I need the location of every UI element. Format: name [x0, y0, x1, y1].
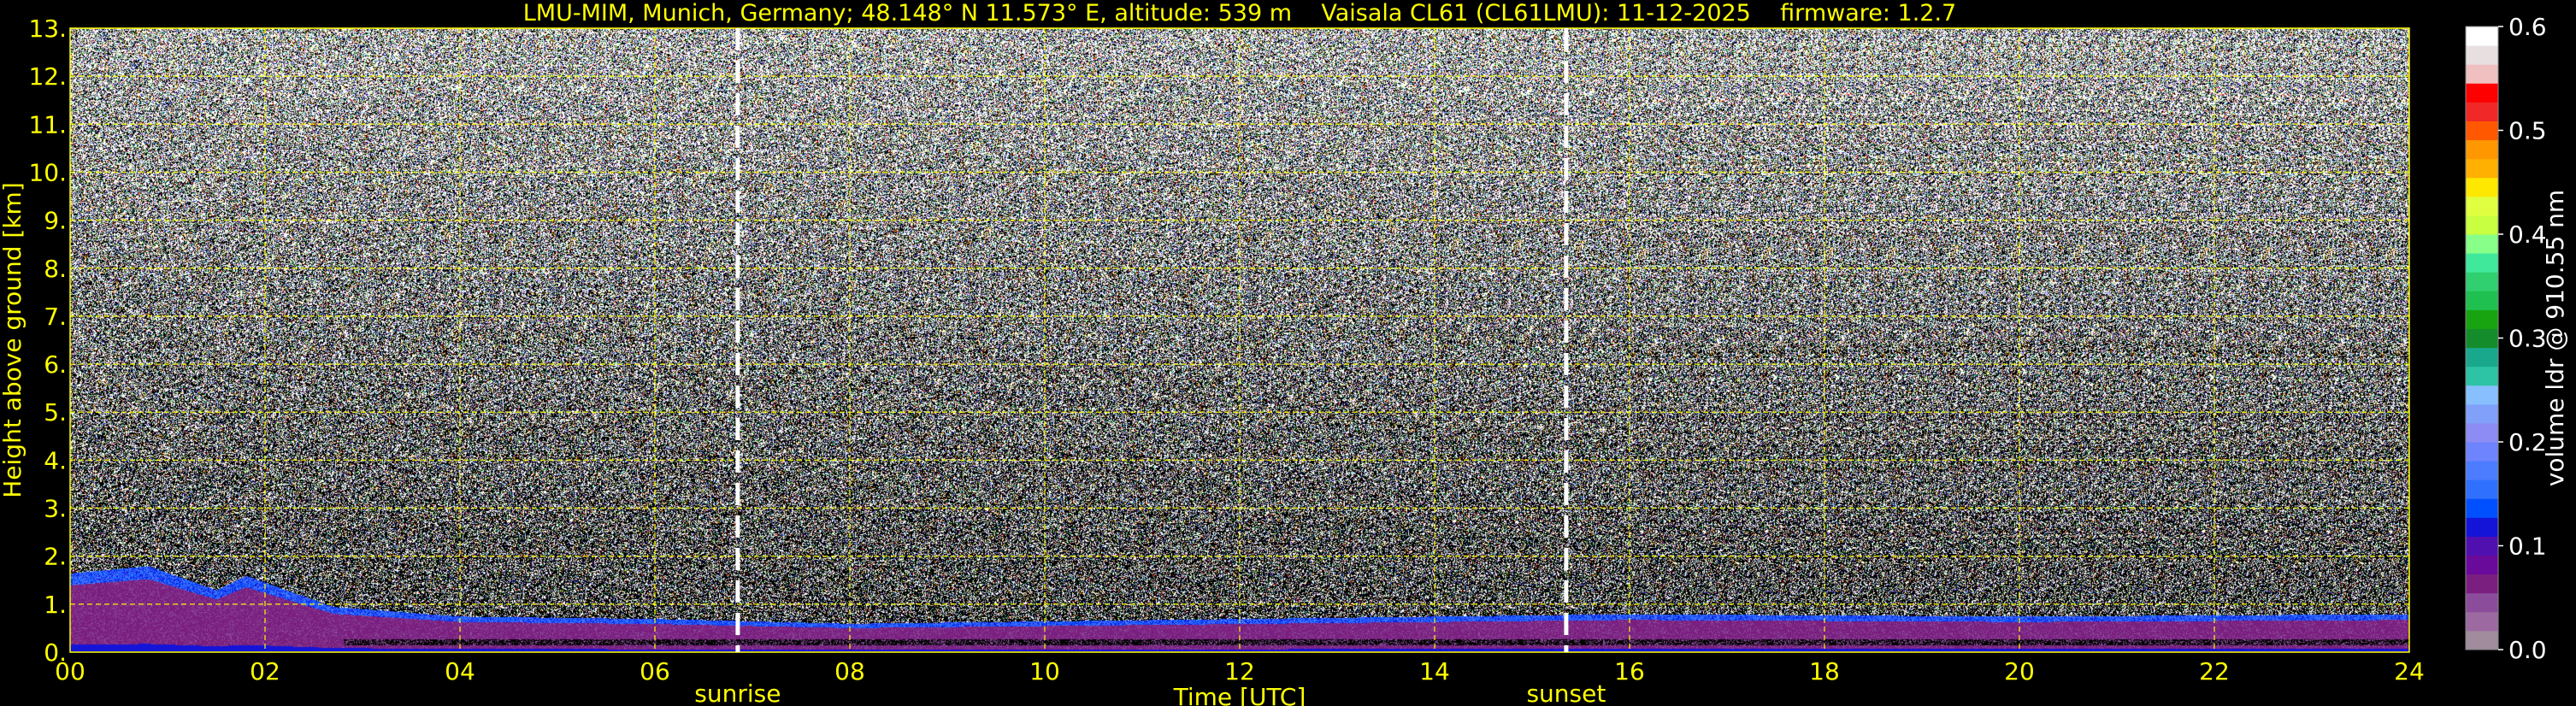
colorbar-swatch [2466, 366, 2498, 386]
colorbar-swatch [2466, 479, 2498, 499]
y-tick-label: 9. [44, 207, 67, 235]
colorbar-swatch [2466, 26, 2498, 46]
x-tick-label: 14 [1419, 657, 1450, 685]
colorbar-swatch [2466, 215, 2498, 235]
y-tick-label: 7. [44, 303, 67, 331]
y-tick-label: 8. [44, 255, 67, 283]
colorbar-swatch [2466, 253, 2498, 273]
y-tick-label: 11. [28, 110, 67, 138]
colorbar-tick-label: 0.0 [2508, 636, 2547, 664]
colorbar-swatch [2466, 309, 2498, 329]
colorbar-tick-label: 0.5 [2508, 117, 2547, 145]
x-tick-label: 12 [1224, 657, 1255, 685]
colorbar-swatch [2466, 234, 2498, 254]
x-tick-label: 02 [250, 657, 280, 685]
colorbar-swatch [2466, 158, 2498, 179]
y-tick-label: 0. [44, 638, 67, 667]
x-tick-label: 24 [2394, 657, 2425, 685]
colorbar-swatch [2466, 442, 2498, 462]
colorbar-swatch [2466, 611, 2498, 632]
sunrise-label: sunrise [694, 680, 781, 706]
y-tick-label: 13. [28, 15, 67, 43]
colorbar-swatch [2466, 403, 2498, 424]
y-tick-label: 5. [44, 398, 67, 427]
colorbar-swatch [2466, 347, 2498, 368]
colorbar-tick-label: 0.6 [2508, 13, 2547, 41]
colorbar-swatch [2466, 385, 2498, 405]
x-tick-label: 08 [834, 657, 865, 685]
colorbar-swatch [2466, 498, 2498, 518]
y-tick-label: 2. [44, 543, 67, 571]
colorbar-swatch [2466, 272, 2498, 291]
y-tick-label: 10. [28, 158, 67, 186]
colorbar-swatch [2466, 555, 2498, 575]
colorbar-swatch [2466, 536, 2498, 556]
colorbar-swatch [2466, 121, 2498, 141]
colorbar-swatch [2466, 139, 2498, 160]
colorbar-swatch [2466, 422, 2498, 443]
colorbar-swatch [2466, 64, 2498, 84]
x-tick-label: 06 [640, 657, 670, 685]
y-tick-label: 3. [44, 495, 67, 523]
colorbar-swatch [2466, 517, 2498, 537]
colorbar-swatch [2466, 196, 2498, 216]
x-tick-label: 16 [1614, 657, 1645, 685]
x-axis-label: Time [UTC] [1173, 683, 1306, 706]
y-tick-label: 12. [28, 62, 67, 91]
colorbar-swatch [2466, 574, 2498, 594]
x-tick-label: 20 [2004, 657, 2035, 685]
y-tick-label: 4. [44, 446, 67, 474]
x-tick-label: 04 [445, 657, 475, 685]
colorbar-swatch [2466, 630, 2498, 650]
colorbar-swatch [2466, 592, 2498, 613]
x-tick-label: 10 [1029, 657, 1060, 685]
colorbar-swatch [2466, 83, 2498, 103]
sunset-label: sunset [1526, 680, 1606, 706]
colorbar-swatch [2466, 177, 2498, 197]
y-tick-label: 1. [44, 591, 67, 619]
y-axis-label: Height above ground [km] [0, 182, 27, 498]
colorbar-swatch [2466, 328, 2498, 349]
x-tick-label: 22 [2199, 657, 2230, 685]
x-tick-label: 18 [1809, 657, 1840, 685]
colorbar-tick-label: 0.1 [2508, 532, 2547, 561]
colorbar-swatch [2466, 102, 2498, 121]
y-tick-label: 6. [44, 350, 67, 379]
chart-axes: 00 02 04 06 08 10 12 14 16 18 20 22 240.1.2.3.4.5.6.… [0, 13, 2569, 706]
colorbar-swatch [2466, 45, 2498, 65]
colorbar-label: volume ldr @ 910.55 nm [2541, 190, 2569, 486]
colorbar-swatch [2466, 291, 2498, 310]
colorbar-swatch [2466, 461, 2498, 480]
